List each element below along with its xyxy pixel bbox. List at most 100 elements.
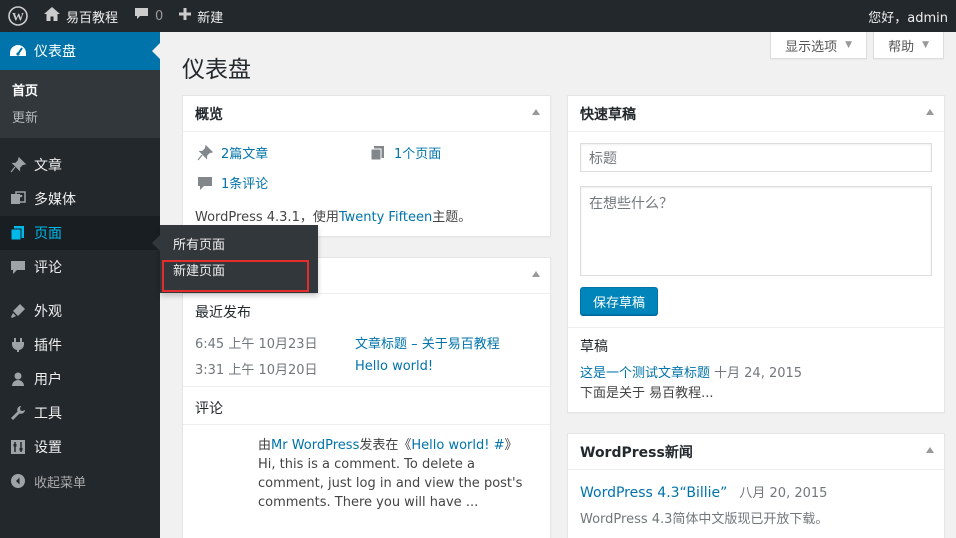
publish-time: 6:45 上午 10月23日 bbox=[195, 337, 318, 352]
wordpress-news-box: WordPress新闻 WordPress 4.3“Billie” 八月 20, … bbox=[567, 433, 945, 538]
publish-time: 3:31 上午 10月20日 bbox=[195, 363, 318, 378]
wordpress-news-title: WordPress新闻 bbox=[580, 444, 693, 461]
version-suffix: 主题。 bbox=[432, 210, 472, 225]
quick-draft-header[interactable]: 快速草稿 bbox=[568, 96, 944, 132]
plus-icon bbox=[179, 8, 192, 24]
list-item: 6:45 上午 10月23日 文章标题 – 关于易百教程 bbox=[195, 333, 500, 352]
greeting: 您好，admin bbox=[868, 10, 948, 26]
at-a-glance-box: 概览 2篇文章 1个页面 1条评论 WordPress 4.3.1，使用Twen… bbox=[182, 95, 551, 237]
menu-users[interactable]: 用户 bbox=[0, 362, 160, 396]
menu-media[interactable]: 多媒体 bbox=[0, 182, 160, 216]
menu-plugins[interactable]: 插件 bbox=[0, 328, 160, 362]
comment-item: 由Mr WordPress发表在《Hello world! #》 Hi, thi… bbox=[258, 436, 538, 512]
news-item: WordPress 4.3“Billie” 八月 20, 2015 bbox=[580, 482, 827, 501]
news-date: 八月 20, 2015 bbox=[739, 486, 828, 501]
at-a-glance-header[interactable]: 概览 bbox=[183, 96, 550, 132]
collapse-toggle-icon[interactable] bbox=[926, 109, 934, 115]
dropdown-arrow-icon: ▼ bbox=[845, 40, 853, 50]
page-title: 仪表盘 bbox=[182, 57, 251, 83]
post-link[interactable]: Hello world! bbox=[355, 359, 433, 378]
menu-tools[interactable]: 工具 bbox=[0, 396, 160, 430]
wordpress-news-header[interactable]: WordPress新闻 bbox=[568, 434, 944, 470]
comment-post-link[interactable]: Hello world! # bbox=[411, 438, 504, 453]
wordpress-logo-icon[interactable]: W bbox=[0, 0, 36, 32]
home-icon bbox=[44, 7, 60, 25]
dropdown-arrow-icon: ▼ bbox=[922, 40, 929, 50]
plugin-icon bbox=[8, 335, 28, 355]
draft-title-input[interactable]: 标题 bbox=[580, 143, 932, 172]
quick-draft-box: 快速草稿 标题 在想些什么？ 保存草稿 草稿 这是一个测试文章标题 十月 24, … bbox=[567, 95, 945, 413]
divider bbox=[183, 386, 550, 387]
pushpin-icon bbox=[8, 155, 28, 175]
collapse-menu-label: 收起菜单 bbox=[34, 475, 87, 491]
menu-comments[interactable]: 评论 bbox=[0, 250, 160, 284]
appearance-icon bbox=[8, 301, 28, 321]
menu-dashboard-label: 仪表盘 bbox=[34, 44, 76, 60]
comments-count-link[interactable]: 1条评论 bbox=[195, 173, 268, 192]
posts-count: 2篇文章 bbox=[221, 147, 269, 162]
screen-options-button[interactable]: 显示选项 ▼ bbox=[770, 32, 868, 59]
menu-settings[interactable]: 设置 bbox=[0, 430, 160, 464]
menu-appearance-label: 外观 bbox=[34, 304, 62, 320]
collapse-menu-button[interactable]: 收起菜单 bbox=[0, 464, 160, 498]
recent-published-title: 最近发布 bbox=[195, 305, 251, 321]
pages-count-link[interactable]: 1个页面 bbox=[368, 143, 441, 162]
menu-users-label: 用户 bbox=[34, 372, 62, 388]
new-label: 新建 bbox=[197, 10, 224, 26]
site-name: 易百教程 bbox=[66, 10, 119, 26]
version-text: WordPress 4.3.1，使用 bbox=[195, 210, 339, 225]
comments-count: 1条评论 bbox=[221, 177, 269, 192]
pushpin-icon bbox=[195, 144, 215, 161]
user-icon bbox=[8, 369, 28, 389]
help-button[interactable]: 帮助 ▼ bbox=[873, 32, 944, 59]
site-name-link[interactable]: 易百教程 bbox=[36, 0, 126, 32]
menu-pages[interactable]: 页面 bbox=[0, 216, 160, 250]
draft-item: 这是一个测试文章标题 十月 24, 2015 bbox=[580, 362, 802, 381]
theme-link[interactable]: Twenty Fifteen bbox=[339, 210, 432, 225]
comment-from: 由 bbox=[258, 438, 272, 453]
menu-pages-label: 页面 bbox=[34, 226, 62, 242]
comment-icon bbox=[195, 175, 215, 191]
menu-settings-label: 设置 bbox=[34, 440, 62, 456]
draft-link[interactable]: 这是一个测试文章标题 bbox=[580, 366, 710, 381]
drafts-title: 草稿 bbox=[580, 339, 608, 355]
menu-posts-label: 文章 bbox=[34, 158, 62, 174]
my-account-link[interactable]: 您好，admin bbox=[860, 0, 956, 32]
version-info: WordPress 4.3.1，使用Twenty Fifteen主题。 bbox=[195, 206, 471, 225]
comment-close: 》 bbox=[504, 438, 518, 453]
menu-comments-label: 评论 bbox=[34, 260, 62, 276]
admin-bar: W 易百教程 0 新建 您好，admin bbox=[0, 0, 956, 32]
comment-meta: 由Mr WordPress发表在《Hello world! #》 bbox=[258, 436, 538, 455]
menu-dashboard[interactable]: 仪表盘 bbox=[0, 32, 160, 70]
help-label: 帮助 bbox=[888, 39, 915, 55]
menu-posts[interactable]: 文章 bbox=[0, 148, 160, 182]
flyout-all-pages[interactable]: 所有页面 bbox=[160, 233, 318, 259]
screen-meta-links: 显示选项 ▼ 帮助 ▼ bbox=[770, 32, 944, 59]
news-link[interactable]: WordPress 4.3“Billie” bbox=[580, 485, 727, 501]
post-link[interactable]: 文章标题 – 关于易百教程 bbox=[355, 333, 500, 352]
highlight-box bbox=[162, 260, 309, 292]
collapse-toggle-icon[interactable] bbox=[532, 271, 540, 277]
dashboard-submenu: 首页 更新 bbox=[0, 70, 160, 138]
activity-box: 最近发布 6:45 上午 10月23日 文章标题 – 关于易百教程 3:31 上… bbox=[182, 257, 551, 538]
collapse-toggle-icon[interactable] bbox=[532, 109, 540, 115]
new-content-link[interactable]: 新建 bbox=[171, 0, 231, 32]
submenu-home[interactable]: 首页 bbox=[0, 76, 160, 103]
comment-on: 发表在《 bbox=[359, 438, 412, 453]
posts-count-link[interactable]: 2篇文章 bbox=[195, 143, 268, 162]
draft-date: 十月 24, 2015 bbox=[714, 366, 803, 381]
draft-excerpt: 下面是关于 易百教程... bbox=[580, 386, 714, 401]
collapse-toggle-icon[interactable] bbox=[926, 447, 934, 453]
save-draft-button[interactable]: 保存草稿 bbox=[580, 287, 659, 315]
pages-count: 1个页面 bbox=[394, 147, 442, 162]
comments-link[interactable]: 0 bbox=[126, 0, 171, 32]
comments-section-title: 评论 bbox=[195, 401, 223, 417]
media-icon bbox=[8, 189, 28, 209]
draft-content-textarea[interactable]: 在想些什么？ bbox=[580, 186, 932, 276]
comment-icon bbox=[8, 257, 28, 277]
divider bbox=[568, 327, 944, 328]
submenu-updates[interactable]: 更新 bbox=[0, 103, 160, 130]
pages-icon bbox=[368, 145, 388, 161]
menu-appearance[interactable]: 外观 bbox=[0, 294, 160, 328]
comment-author-link[interactable]: Mr WordPress bbox=[271, 438, 359, 453]
